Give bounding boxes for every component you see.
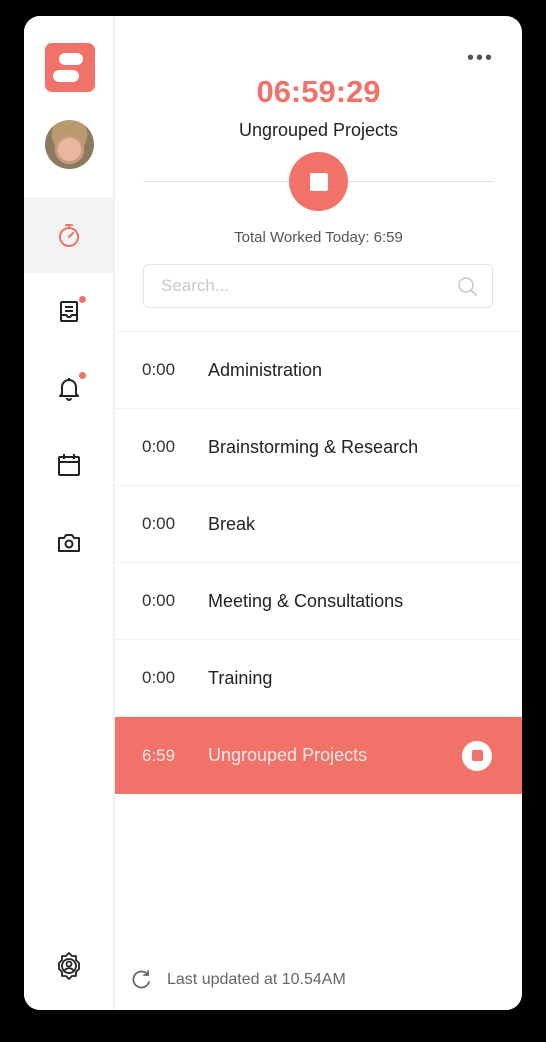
timesheet-icon [59, 301, 78, 322]
bell-icon [58, 378, 79, 401]
project-name: Training [208, 667, 273, 688]
project-row[interactable]: 0:00 Brainstorming & Research [115, 409, 522, 486]
search-icon[interactable] [457, 276, 478, 297]
running-timer: 06:59:29 [256, 74, 381, 109]
sidebar [24, 16, 115, 1010]
sidebar-item-notifications[interactable] [24, 350, 113, 426]
search-box [143, 264, 493, 308]
sidebar-item-calendar[interactable] [24, 427, 113, 503]
search-input[interactable] [159, 265, 453, 307]
calendar-icon [57, 454, 80, 476]
project-duration: 6:59 [142, 745, 176, 765]
total-worked-today: Total Worked Today: 6:59 [234, 229, 403, 246]
project-name: Brainstorming & Research [208, 436, 419, 457]
sidebar-item-screenshots[interactable] [24, 504, 113, 580]
project-duration: 0:00 [142, 514, 176, 533]
app-window: ••• 06:59:29 Ungrouped Projects Total Wo… [24, 16, 522, 1010]
project-name: Ungrouped Projects [208, 745, 368, 765]
project-duration: 0:00 [142, 360, 176, 379]
stop-icon [309, 172, 328, 191]
project-row[interactable]: 0:00 Meeting & Consultations [115, 563, 522, 640]
main-panel: ••• 06:59:29 Ungrouped Projects Total Wo… [115, 16, 522, 1010]
stop-icon [471, 750, 483, 761]
notification-badge [79, 296, 86, 303]
project-duration: 0:00 [142, 591, 176, 610]
last-updated-text: Last updated at 10.54AM [167, 971, 346, 988]
logo-shape [59, 53, 83, 65]
sidebar-item-timer[interactable] [24, 197, 113, 273]
project-duration: 0:00 [142, 437, 176, 456]
camera-icon [57, 534, 80, 552]
project-name: Meeting & Consultations [208, 590, 404, 611]
user-avatar[interactable] [45, 120, 94, 169]
refresh-icon[interactable] [130, 969, 152, 991]
sidebar-item-settings[interactable] [24, 941, 113, 991]
stopwatch-icon [58, 224, 79, 247]
project-duration: 0:00 [142, 668, 176, 687]
user-settings-icon [57, 952, 80, 980]
more-options-button[interactable]: ••• [467, 48, 494, 68]
current-project-title: Ungrouped Projects [238, 120, 399, 140]
project-row[interactable]: 0:00 Administration [115, 332, 522, 409]
sidebar-item-timesheet[interactable] [24, 273, 113, 349]
project-name: Administration [208, 359, 323, 380]
project-row[interactable]: 0:00 Training [115, 640, 522, 717]
notification-badge [79, 372, 86, 379]
project-row[interactable]: 0:00 Break [115, 486, 522, 563]
sync-status: Last updated at 10.54AM [130, 969, 346, 991]
app-logo[interactable] [45, 43, 95, 92]
stop-project-button[interactable] [462, 740, 492, 771]
stop-timer-button[interactable] [289, 152, 348, 211]
project-name: Break [208, 513, 256, 534]
project-row-active[interactable]: 6:59 Ungrouped Projects [115, 717, 522, 794]
logo-shape [53, 70, 79, 82]
project-list: 0:00 Administration 0:00 Brainstorming &… [115, 331, 522, 794]
